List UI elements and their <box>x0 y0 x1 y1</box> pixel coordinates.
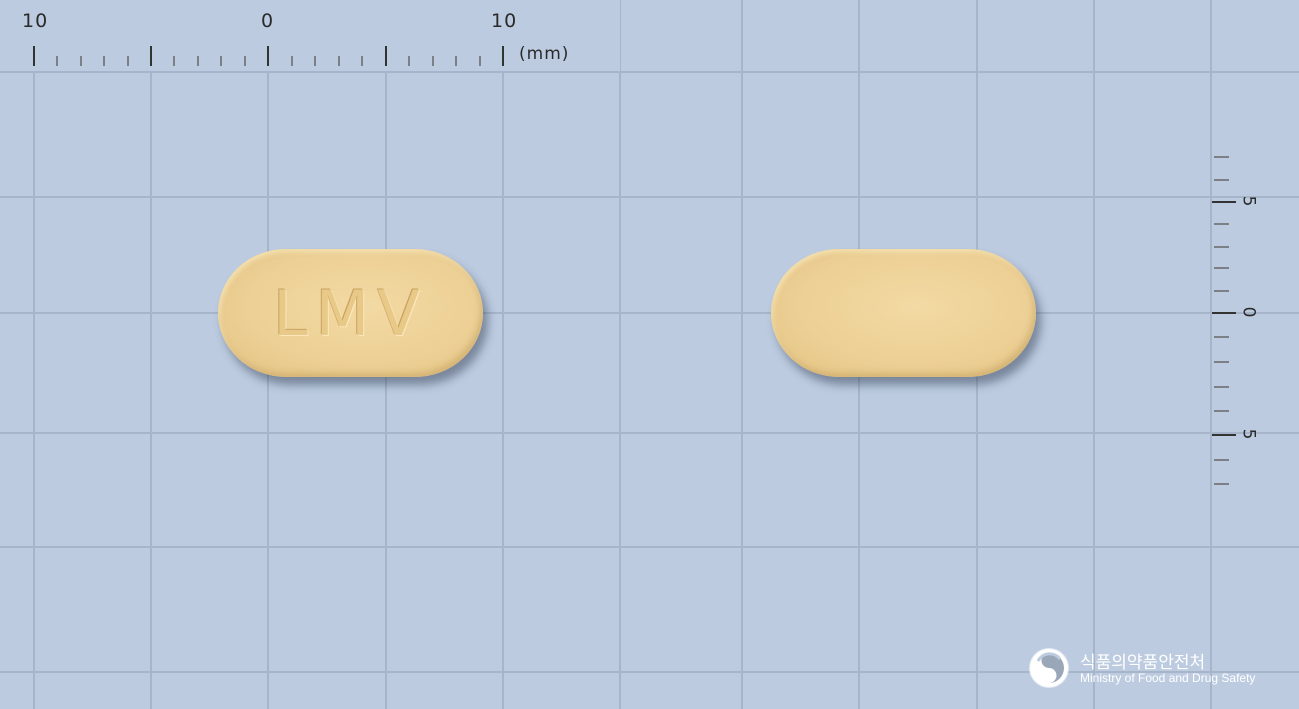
mfds-emblem-icon <box>1030 649 1068 687</box>
right-ruler-label-top: 5 <box>1238 195 1259 207</box>
right-ruler-label-center: 0 <box>1238 306 1259 318</box>
top-ruler-label-center: 0 <box>261 10 275 32</box>
top-ruler-unit: (mm) <box>519 44 570 64</box>
logo-english-name: Ministry of Food and Drug Safety <box>1080 671 1256 685</box>
top-ruler-label-left: 10 <box>22 10 49 32</box>
logo-korean-name: 식품의약품안전처 <box>1080 653 1206 673</box>
tablet-imprint: LMV <box>273 277 428 350</box>
right-ruler-label-bottom: 5 <box>1238 428 1259 440</box>
mfds-logo: 식품의약품안전처 Ministry of Food and Drug Safet… <box>1030 647 1270 691</box>
background-grid <box>0 0 1299 709</box>
tablet-front: LMV <box>218 249 483 377</box>
tablet-back <box>771 249 1036 377</box>
top-ruler-label-right: 10 <box>491 10 518 32</box>
